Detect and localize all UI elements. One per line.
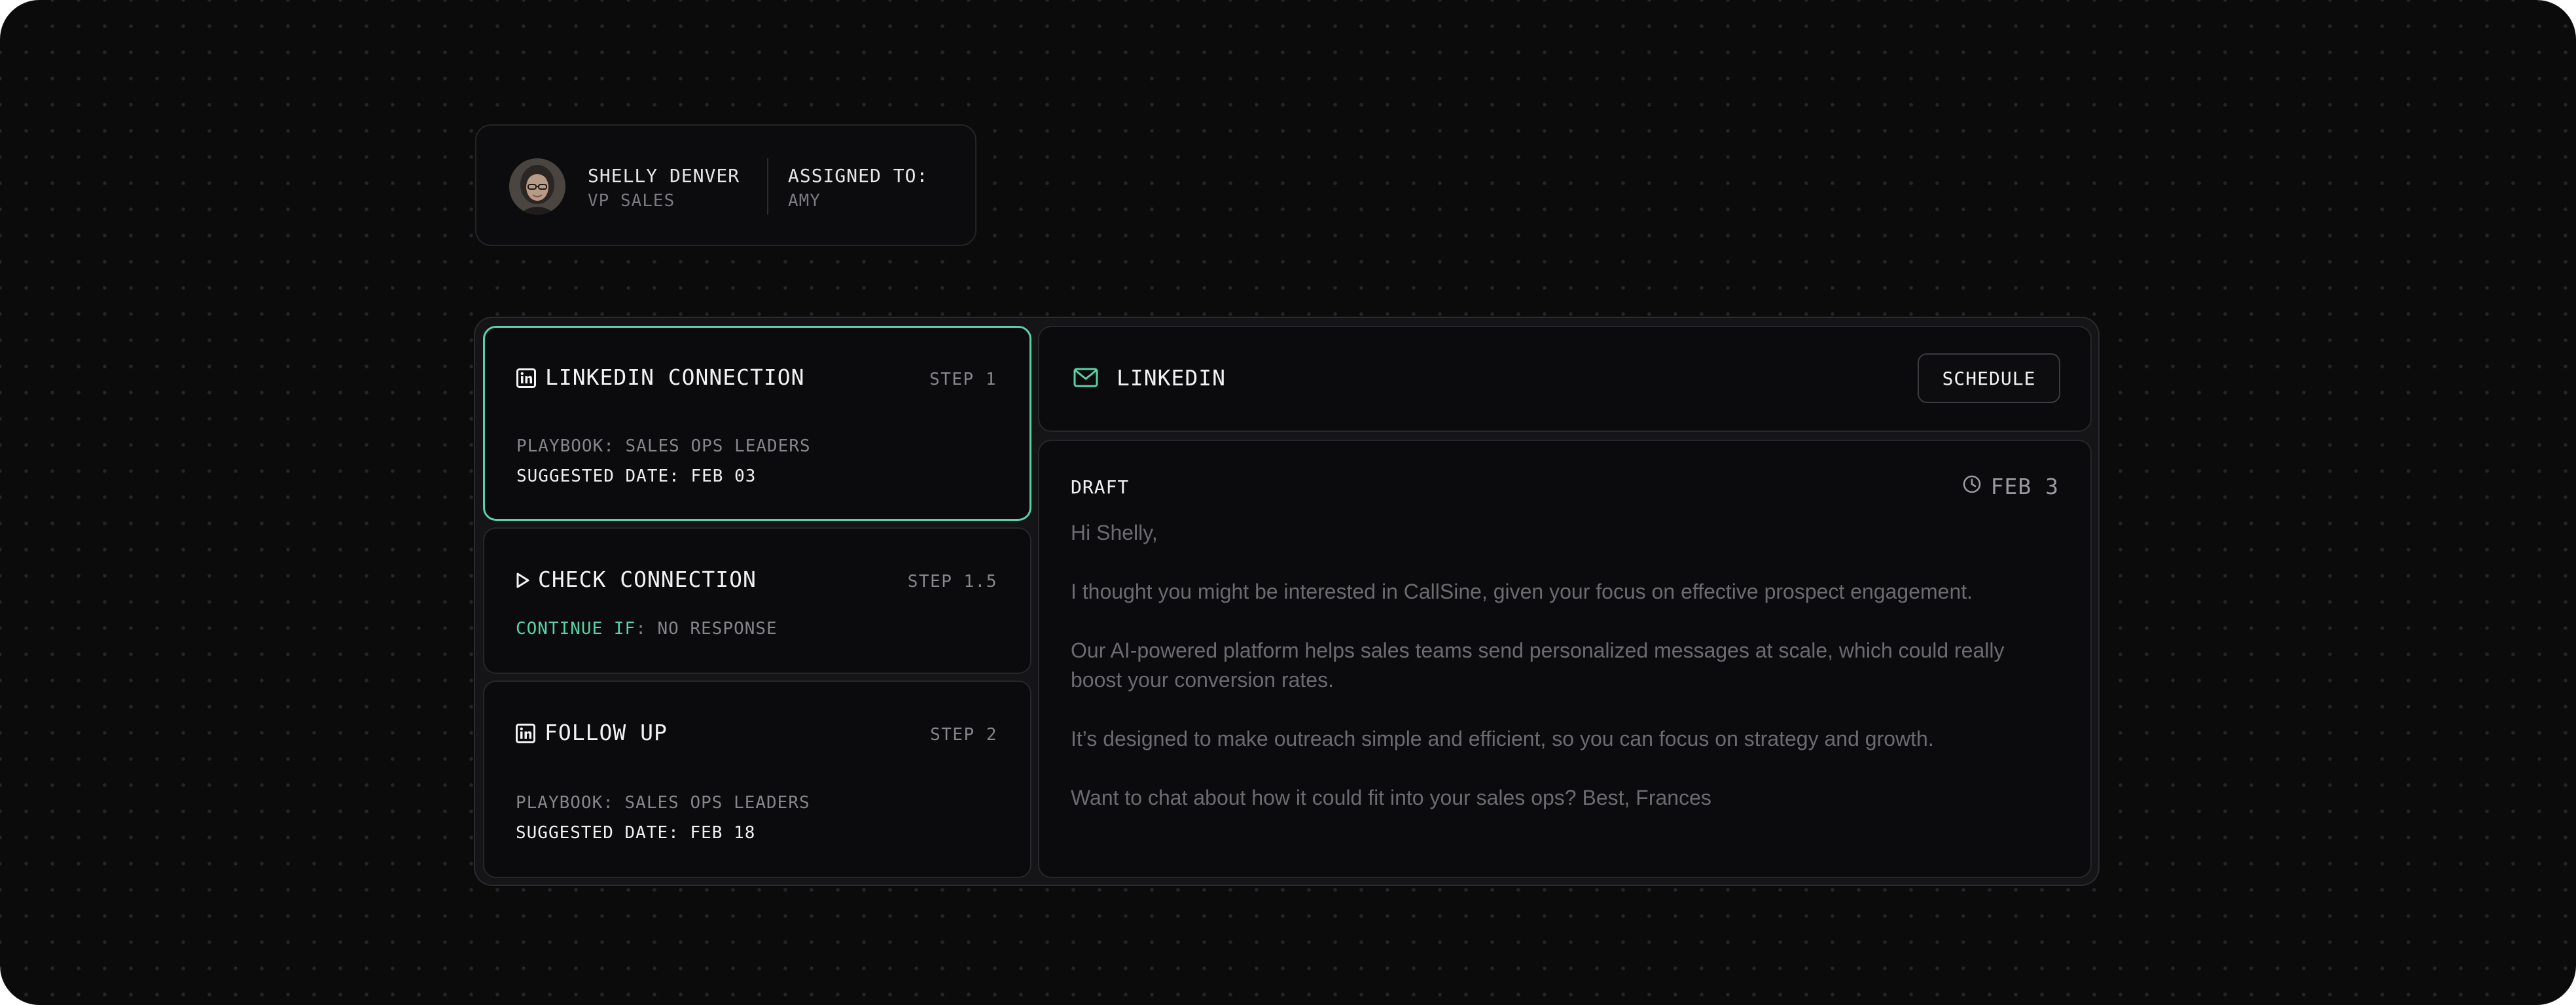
mail-icon [1073,368,1098,390]
draft-paragraph: Hi Shelly, [1071,521,1158,544]
step-condition: CONTINUE IF: NO RESPONSE [516,619,778,639]
app-canvas: SHELLY DENVER VP SALES ASSIGNED TO: AMY … [0,0,2576,1005]
draft-label: DRAFT [1071,476,1130,498]
step-playbook: PLAYBOOK: SALES OPS LEADERS [516,436,811,456]
step-number: STEP 2 [930,725,997,745]
step-card-linkedin-connection[interactable]: LINKEDIN CONNECTION STEP 1 PLAYBOOK: SAL… [483,326,1031,521]
linkedin-icon [516,724,535,746]
linkedin-icon [516,368,536,391]
contact-divider [767,158,768,215]
channel-header: LINKEDIN SCHEDULE [1038,326,2092,432]
clock-icon [1962,474,1982,499]
channel-title: LINKEDIN [1117,365,1226,391]
step-playbook: PLAYBOOK: SALES OPS LEADERS [516,793,810,813]
contact-card[interactable]: SHELLY DENVER VP SALES ASSIGNED TO: AMY [475,124,976,246]
draft-paragraph: Our AI-powered platform helps sales team… [1071,639,2005,692]
draft-date-text: FEB 3 [1990,474,2059,499]
step-card-follow-up[interactable]: FOLLOW UP STEP 2 PLAYBOOK: SALES OPS LEA… [483,680,1031,878]
draft-card: DRAFT FEB 3 Hi Shelly, I thought you mig… [1038,440,2092,878]
step-number: STEP 1.5 [907,572,997,591]
step-card-check-connection[interactable]: CHECK CONNECTION STEP 1.5 CONTINUE IF: N… [483,527,1031,674]
assigned-value[interactable]: AMY [788,191,821,211]
draft-date: FEB 3 [1962,474,2059,499]
draft-message-body[interactable]: Hi Shelly, I thought you might be intere… [1071,518,2059,842]
play-icon [516,572,530,591]
draft-paragraph: It’s designed to make outreach simple an… [1071,727,1934,750]
assigned-label: ASSIGNED TO: [788,165,929,186]
step-suggested-date: SUGGESTED DATE: FEB 03 [516,467,757,486]
contact-name: SHELLY DENVER [588,165,740,186]
step-suggested-date: SUGGESTED DATE: FEB 18 [516,823,756,843]
avatar [509,158,565,215]
condition-label: CONTINUE IF [516,619,636,639]
sequence-panel: LINKEDIN CONNECTION STEP 1 PLAYBOOK: SAL… [474,317,2100,886]
draft-paragraph: I thought you might be interested in Cal… [1071,580,1973,603]
step-title: LINKEDIN CONNECTION [545,364,805,390]
step-title: CHECK CONNECTION [538,567,757,592]
draft-paragraph: Want to chat about how it could fit into… [1071,786,1711,809]
contact-role: VP SALES [588,191,675,211]
step-number: STEP 1 [929,370,997,389]
condition-value: : NO RESPONSE [635,619,778,639]
step-title: FOLLOW UP [545,720,668,745]
schedule-button[interactable]: SCHEDULE [1918,353,2060,403]
